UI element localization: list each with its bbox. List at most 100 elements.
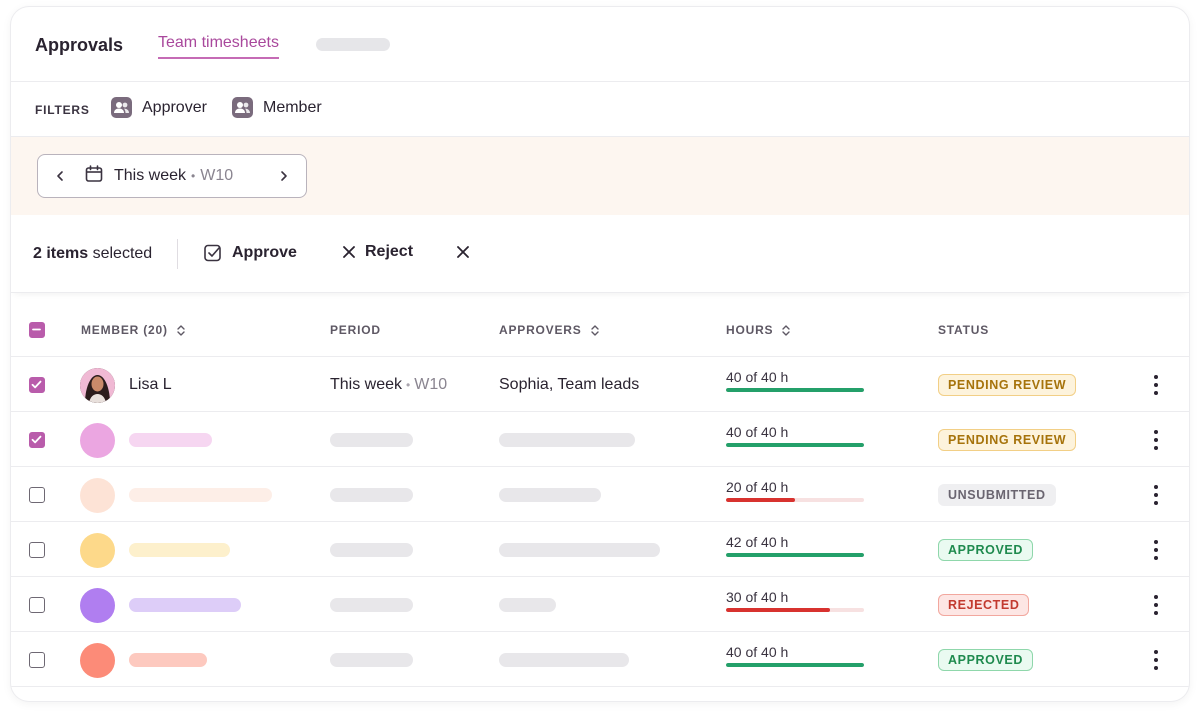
people-icon: [111, 97, 132, 118]
next-week-button[interactable]: [262, 155, 306, 197]
row-menu-button[interactable]: [1149, 430, 1163, 450]
column-approvers-label: APPROVERS: [499, 323, 582, 337]
row-checkbox[interactable]: [29, 432, 45, 448]
approvers-placeholder: [499, 653, 629, 667]
hours-cell: 30 of 40 h: [726, 589, 864, 612]
name-placeholder: [129, 488, 272, 502]
status-badge: APPROVED: [938, 539, 1033, 561]
select-all-checkbox[interactable]: [29, 322, 45, 338]
row-checkbox[interactable]: [29, 377, 45, 393]
name-placeholder: [129, 433, 212, 447]
hours-progress-fill: [726, 608, 830, 612]
avatar: [80, 588, 115, 623]
hours-cell: 40 of 40 h: [726, 369, 864, 392]
filters-label: FILTERS: [35, 103, 90, 117]
hours-text: 42 of 40 h: [726, 534, 789, 550]
table-row[interactable]: 40 of 40 h APPROVED: [11, 632, 1189, 687]
week-label[interactable]: This week: [114, 167, 186, 185]
status-badge: PENDING REVIEW: [938, 374, 1077, 396]
member-name[interactable]: Lisa L: [129, 376, 172, 394]
name-placeholder: [129, 653, 207, 667]
approvers-cell: Sophia, Team leads: [499, 376, 640, 393]
clear-selection-button[interactable]: [456, 245, 470, 264]
column-hours-label: HOURS: [726, 323, 774, 337]
table-row[interactable]: 30 of 40 h REJECTED: [11, 577, 1189, 632]
week-number: W10: [200, 167, 234, 184]
row-menu-button[interactable]: [1149, 540, 1163, 560]
check-icon: [31, 380, 42, 389]
row-checkbox[interactable]: [29, 597, 45, 613]
filter-approver-label: Approver: [142, 98, 207, 116]
row-checkbox[interactable]: [29, 487, 45, 503]
row-menu-button[interactable]: [1149, 375, 1163, 395]
hours-progress-fill: [726, 553, 864, 557]
hours-cell: 40 of 40 h: [726, 424, 864, 447]
filter-member[interactable]: Member: [232, 97, 322, 118]
tab-placeholder: [316, 38, 390, 51]
reject-button[interactable]: Reject: [342, 243, 413, 261]
row-checkbox[interactable]: [29, 542, 45, 558]
hours-text: 40 of 40 h: [726, 424, 789, 440]
row-menu-button[interactable]: [1149, 650, 1163, 670]
hours-text: 40 of 40 h: [726, 644, 789, 660]
row-menu-button[interactable]: [1149, 595, 1163, 615]
week-separator: •: [191, 169, 196, 183]
status-badge: UNSUBMITTED: [938, 484, 1056, 506]
hours-progress-fill: [726, 443, 864, 447]
column-hours[interactable]: HOURS: [726, 323, 791, 337]
table-row[interactable]: 20 of 40 h UNSUBMITTED: [11, 467, 1189, 522]
period-placeholder: [330, 433, 413, 447]
table-row[interactable]: Lisa L This week • W10 Sophia, Team leads …: [11, 357, 1189, 412]
tab-bar: Approvals Team timesheets: [11, 7, 1189, 82]
approvals-card: Approvals Team timesheets FILTERS Approv…: [11, 7, 1189, 701]
close-icon: [343, 246, 355, 258]
column-status-label: STATUS: [938, 323, 990, 337]
approvers-placeholder: [499, 543, 660, 557]
hours-progress: [726, 663, 864, 667]
tab-team-timesheets[interactable]: Team timesheets: [158, 34, 279, 59]
filter-member-label: Member: [263, 98, 322, 116]
tab-approvals[interactable]: Approvals: [35, 35, 123, 56]
approve-button[interactable]: Approve: [203, 243, 297, 263]
avatar: [80, 643, 115, 678]
avatar: [80, 478, 115, 513]
status-badge: PENDING REVIEW: [938, 429, 1077, 451]
check-icon: [31, 435, 42, 444]
hours-cell: 40 of 40 h: [726, 644, 864, 667]
period-cell: This week • W10: [330, 376, 447, 394]
row-checkbox[interactable]: [29, 652, 45, 668]
sort-icon: [782, 324, 791, 336]
period-placeholder: [330, 598, 413, 612]
hours-progress: [726, 388, 864, 392]
approvers-placeholder: [499, 488, 601, 502]
selection-bar: 2 items selected Approve Reject: [11, 215, 1189, 293]
people-icon: [232, 97, 253, 118]
row-menu-button[interactable]: [1149, 485, 1163, 505]
chevron-right-icon: [281, 171, 287, 181]
check-square-icon: [204, 244, 221, 262]
table-header: MEMBER (20) PERIOD APPROVERS HOURS STATU…: [11, 303, 1189, 357]
reject-label: Reject: [365, 243, 414, 260]
hours-progress: [726, 608, 864, 612]
hours-text: 30 of 40 h: [726, 589, 789, 605]
week-band: This week • W10: [11, 137, 1189, 215]
column-status: STATUS: [938, 323, 989, 337]
previous-week-button[interactable]: [38, 155, 82, 197]
calendar-icon: [84, 164, 104, 189]
avatar: [80, 423, 115, 458]
table-row[interactable]: 40 of 40 h PENDING REVIEW: [11, 412, 1189, 467]
column-member-label: MEMBER (20): [81, 323, 168, 337]
column-approvers[interactable]: APPROVERS: [499, 323, 600, 337]
indeterminate-icon: [32, 328, 41, 331]
hours-progress-fill: [726, 388, 864, 392]
filter-approver[interactable]: Approver: [111, 97, 207, 118]
table-row[interactable]: 42 of 40 h APPROVED: [11, 522, 1189, 577]
avatar: [80, 533, 115, 568]
approvers-placeholder: [499, 433, 635, 447]
column-period: PERIOD: [330, 323, 381, 337]
chevron-left-icon: [57, 171, 63, 181]
week-picker: This week • W10: [37, 154, 307, 198]
hours-text: 40 of 40 h: [726, 369, 789, 385]
sort-icon: [590, 324, 599, 336]
column-member[interactable]: MEMBER (20): [81, 323, 186, 337]
